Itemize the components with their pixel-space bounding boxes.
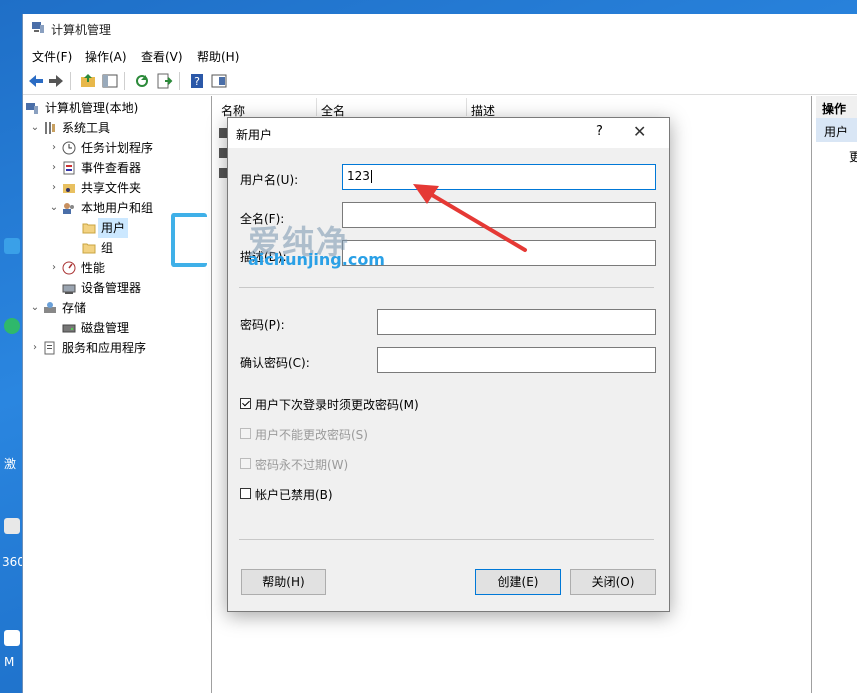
close-button[interactable]: 关闭(O) bbox=[570, 569, 656, 595]
chevron-right-icon[interactable]: › bbox=[48, 258, 60, 278]
tools-icon bbox=[45, 122, 55, 134]
tree-label: 磁盘管理 bbox=[81, 321, 130, 335]
checkbox-label: 用户下次登录时须更改密码(M) bbox=[255, 398, 419, 412]
menu-file[interactable]: 文件(F) bbox=[32, 48, 72, 65]
title-bar[interactable]: 计算机管理 bbox=[23, 14, 857, 42]
users-group-icon bbox=[63, 203, 74, 214]
chevron-down-icon[interactable]: ⌄ bbox=[29, 118, 41, 138]
navigation-tree: 计算机管理(本地) ⌄ 系统工具 › 任务计划程序 › 事件查看器 › 共享文件… bbox=[23, 96, 212, 693]
properties-pane-icon[interactable] bbox=[210, 72, 228, 90]
tree-label: 事件查看器 bbox=[81, 161, 142, 175]
folder-icon bbox=[82, 223, 96, 234]
forward-arrow-icon[interactable] bbox=[47, 72, 65, 90]
confirm-password-input[interactable] bbox=[377, 347, 656, 373]
close-icon[interactable]: ✕ bbox=[633, 122, 646, 141]
computer-management-icon bbox=[32, 22, 44, 33]
checkbox-box bbox=[240, 458, 251, 469]
performance-icon bbox=[62, 261, 76, 275]
export-list-icon[interactable] bbox=[155, 72, 173, 90]
watermark-url: aichunjing.com bbox=[248, 250, 385, 269]
desktop-label: M bbox=[4, 655, 15, 669]
password-input[interactable] bbox=[377, 309, 656, 335]
tree-label: 计算机管理(本地) bbox=[45, 101, 139, 115]
event-viewer-icon bbox=[63, 161, 75, 175]
divider bbox=[239, 539, 654, 540]
username-label: 用户名(U): bbox=[240, 173, 299, 187]
checkbox-box[interactable] bbox=[240, 398, 251, 409]
disk-icon bbox=[62, 324, 76, 333]
desktop-icon[interactable] bbox=[4, 630, 20, 646]
tree-label: 存储 bbox=[62, 301, 87, 315]
tree-label: 服务和应用程序 bbox=[62, 341, 147, 355]
refresh-icon[interactable] bbox=[133, 72, 151, 90]
help-button[interactable]: 帮助(H) bbox=[241, 569, 326, 595]
actions-header-label: 操作 bbox=[822, 102, 847, 116]
back-arrow-icon[interactable] bbox=[27, 72, 45, 90]
desktop-icon[interactable] bbox=[4, 518, 20, 534]
clock-icon bbox=[62, 141, 76, 155]
tree-label: 任务计划程序 bbox=[81, 141, 154, 155]
folder-icon bbox=[82, 243, 96, 254]
shared-folder-icon bbox=[63, 184, 75, 193]
computer-management-icon bbox=[26, 103, 38, 114]
chevron-right-icon[interactable]: › bbox=[48, 138, 60, 158]
desktop-icon[interactable] bbox=[4, 318, 20, 334]
chevron-right-icon[interactable]: › bbox=[48, 178, 60, 198]
chevron-right-icon[interactable]: › bbox=[29, 338, 41, 358]
chevron-down-icon[interactable]: ⌄ bbox=[48, 198, 60, 218]
tree-label: 组 bbox=[101, 241, 114, 255]
menu-view[interactable]: 查看(V) bbox=[141, 48, 183, 65]
tree-label: 本地用户和组 bbox=[81, 201, 154, 215]
checkbox-box[interactable] bbox=[240, 488, 251, 499]
actions-users-section[interactable]: 用户 bbox=[816, 118, 857, 142]
password-label: 密码(P): bbox=[240, 318, 285, 332]
show-hide-tree-icon[interactable] bbox=[101, 72, 119, 90]
storage-icon bbox=[44, 302, 56, 313]
help-icon[interactable]: ? bbox=[188, 72, 206, 90]
checkbox-label: 密码永不过期(W) bbox=[255, 458, 349, 472]
tree-label: 用户 bbox=[98, 218, 129, 238]
help-question-icon[interactable]: ? bbox=[596, 124, 603, 139]
confirm-password-label: 确认密码(C): bbox=[240, 356, 310, 370]
desktop-label: 激 bbox=[4, 457, 17, 471]
window-title: 计算机管理 bbox=[51, 23, 112, 37]
actions-header: 操作 bbox=[816, 96, 857, 118]
red-arrow-annotation bbox=[413, 184, 527, 252]
divider bbox=[239, 287, 654, 288]
watermark-logo bbox=[171, 213, 207, 267]
checkbox-box bbox=[240, 428, 251, 439]
dialog-title-bar[interactable]: 新用户 ? ✕ bbox=[228, 118, 669, 148]
dialog-title: 新用户 bbox=[236, 128, 273, 142]
desktop-icon[interactable] bbox=[4, 238, 20, 254]
user-row-icons bbox=[219, 128, 227, 178]
create-button[interactable]: 创建(E) bbox=[475, 569, 561, 595]
tree-label: 系统工具 bbox=[62, 121, 111, 135]
chevron-right-icon[interactable]: › bbox=[48, 158, 60, 178]
menu-help[interactable]: 帮助(H) bbox=[197, 48, 239, 65]
tree-label: 共享文件夹 bbox=[81, 181, 142, 195]
device-manager-icon bbox=[62, 284, 76, 294]
up-folder-icon[interactable] bbox=[79, 72, 97, 90]
svg-text:?: ? bbox=[194, 75, 200, 88]
actions-sub-label: 用户 bbox=[824, 125, 849, 139]
actions-pane: 操作 用户 更 bbox=[816, 96, 857, 693]
checkbox-label: 用户不能更改密码(S) bbox=[255, 428, 368, 442]
tree-label: 设备管理器 bbox=[81, 281, 142, 295]
actions-more-item[interactable]: 更 bbox=[849, 148, 857, 165]
checkbox-label: 帐户已禁用(B) bbox=[255, 488, 333, 502]
services-icon bbox=[44, 341, 55, 355]
menu-action[interactable]: 操作(A) bbox=[85, 48, 127, 65]
toolbar: ? bbox=[23, 68, 857, 95]
menu-bar: 文件(F) 操作(A) 查看(V) 帮助(H) bbox=[23, 44, 857, 66]
tree-label: 性能 bbox=[81, 261, 106, 275]
username-value: 123 bbox=[347, 169, 370, 183]
chevron-down-icon[interactable]: ⌄ bbox=[29, 298, 41, 318]
